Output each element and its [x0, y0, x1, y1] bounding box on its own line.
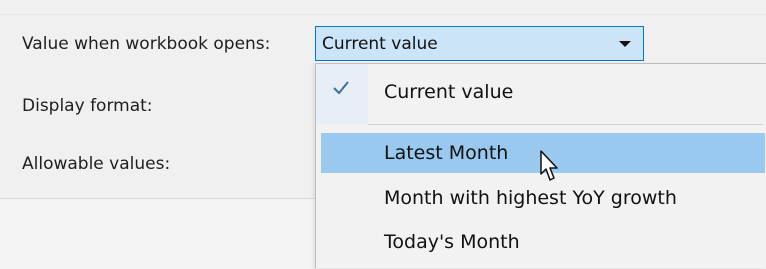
dropdown-selected-value: Current value [322, 34, 438, 54]
open-value-dropdown[interactable]: Current value [315, 26, 644, 61]
menu-item-current-value[interactable]: Current value [316, 64, 765, 124]
menu-item-label: Month with highest YoY growth [384, 187, 677, 209]
menu-item-label: Latest Month [384, 142, 509, 164]
allowable-values-label: Allowable values: [22, 154, 171, 174]
menu-item-label: Today's Month [384, 231, 520, 253]
menu-separator [368, 124, 763, 125]
top-divider [0, 0, 766, 15]
menu-item-highest-yoy-growth[interactable]: Month with highest YoY growth [316, 178, 765, 218]
menu-item-label: Current value [384, 81, 514, 103]
display-format-label: Display format: [22, 96, 153, 116]
open-value-label: Value when workbook opens: [22, 34, 271, 54]
parameter-settings-panel: Value when workbook opens: Display forma… [0, 0, 766, 269]
dropdown-arrow-icon[interactable] [619, 41, 631, 47]
menu-item-todays-month[interactable]: Today's Month [316, 222, 765, 262]
mouse-pointer-icon [540, 150, 558, 181]
